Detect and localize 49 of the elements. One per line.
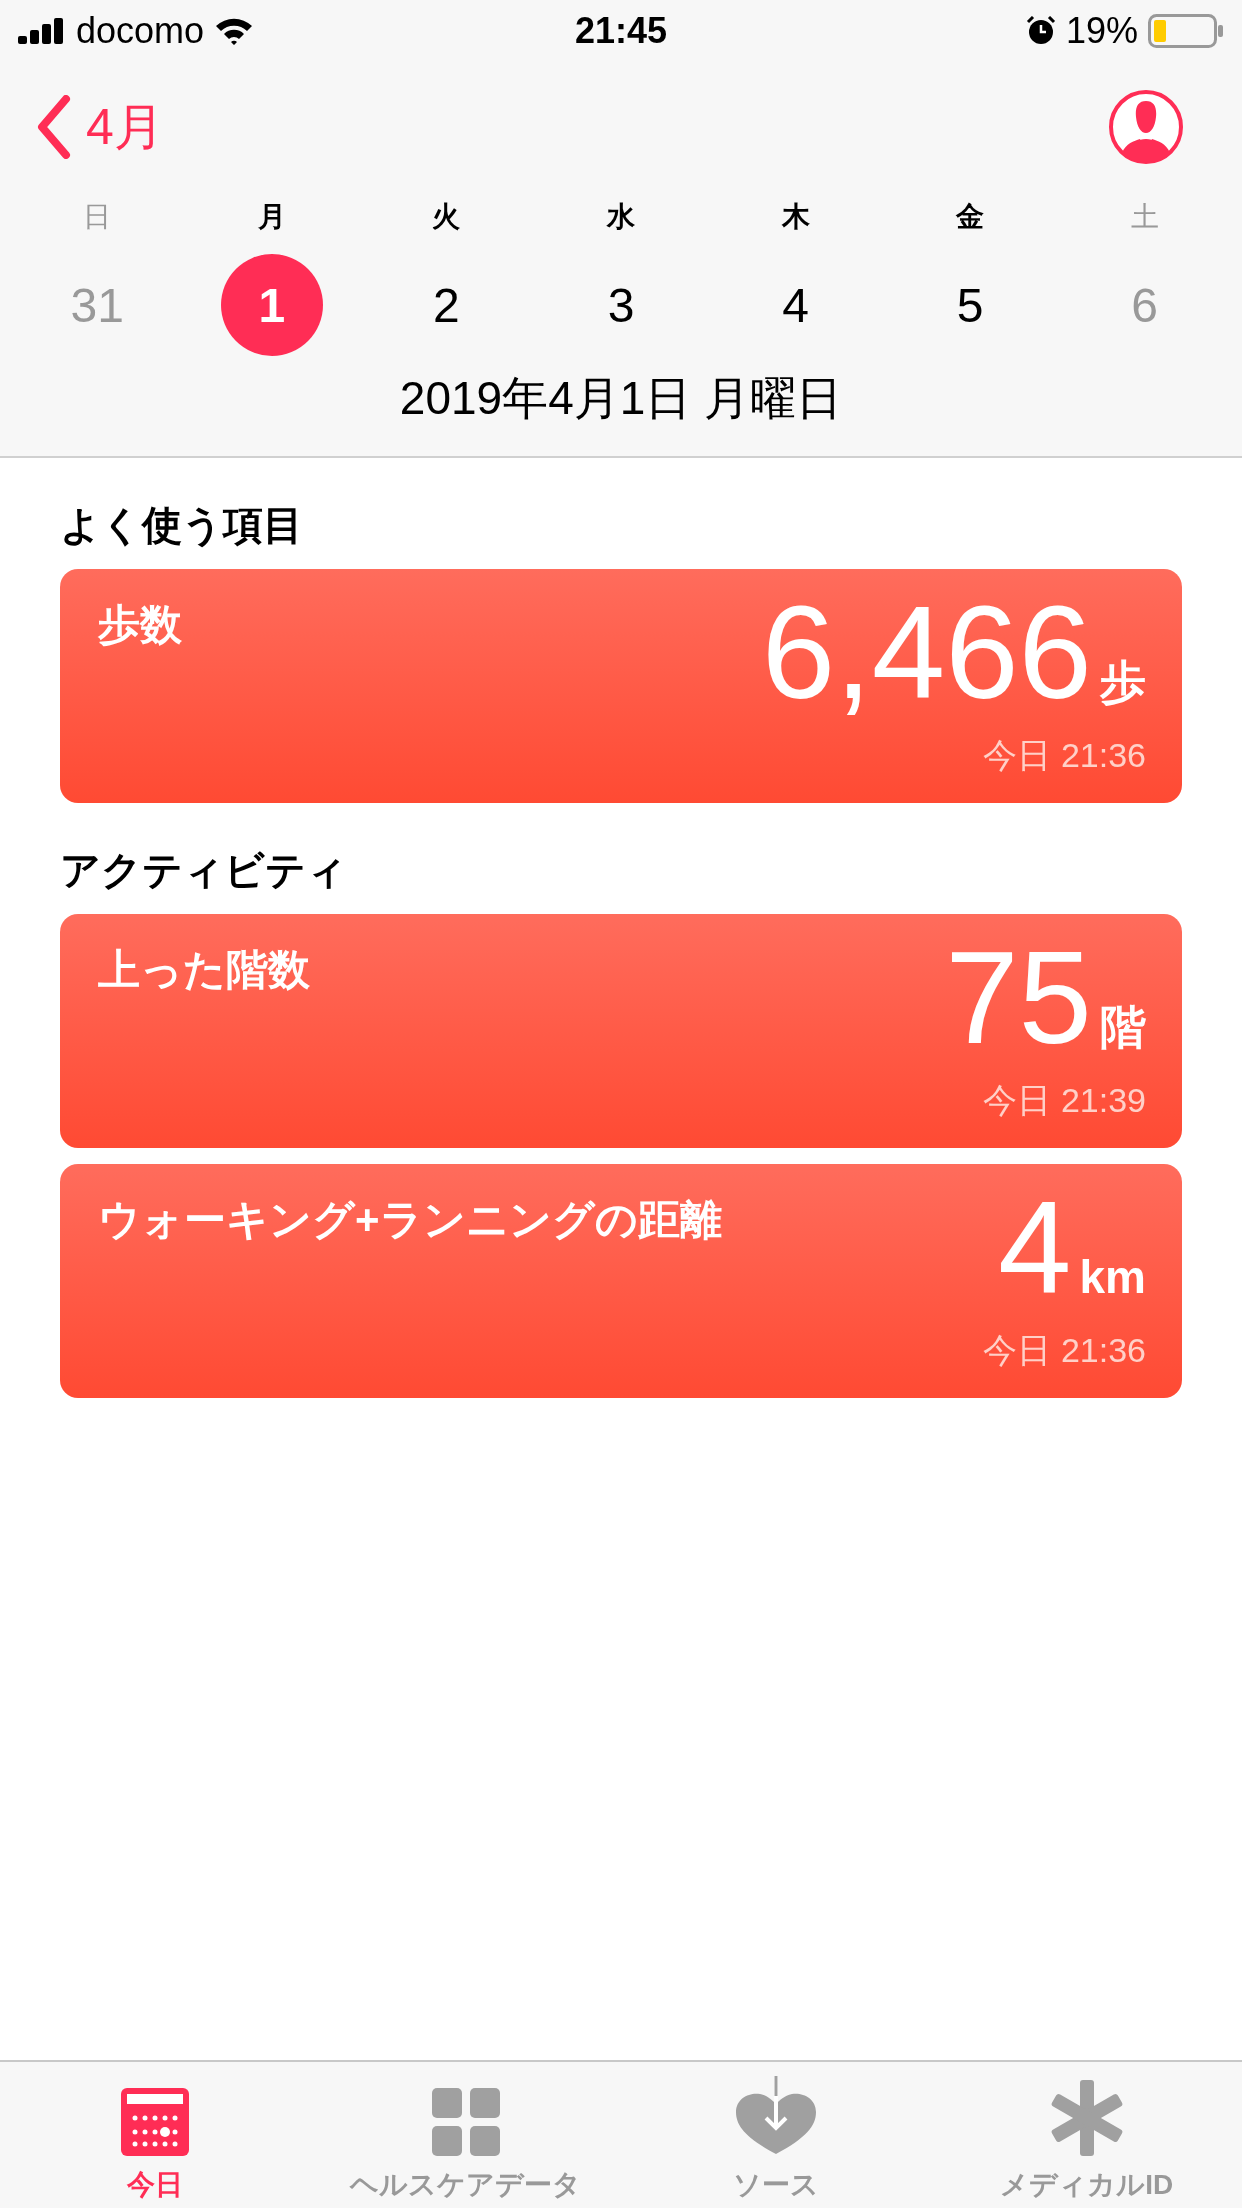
metric-title: 歩数 (98, 600, 182, 650)
metric-unit: 歩 (1100, 655, 1146, 710)
alarm-icon (1025, 16, 1056, 46)
wifi-icon (214, 16, 255, 46)
carrier-name: docomo (76, 10, 205, 52)
weekday-label: 火 (432, 200, 461, 234)
battery-icon (1148, 14, 1224, 48)
day-button[interactable]: 3 (570, 254, 672, 356)
weekday-label: 土 (1130, 200, 1159, 234)
metric-title: ウォーキング+ランニングの距離 (98, 1195, 722, 1245)
metric-value: 6,466 (761, 587, 1092, 719)
tab-item[interactable]: ソース (621, 2062, 932, 2208)
battery-percent: 19% (1065, 10, 1138, 52)
grid-icon (431, 2088, 500, 2156)
section-title: アクティビティ (60, 847, 348, 894)
day-button[interactable]: 4 (744, 254, 847, 356)
metric-value: 4 (998, 1182, 1072, 1314)
metric-time: 今日 21:36 (983, 1330, 1146, 1371)
weekday-label: 日 (83, 200, 112, 234)
clock-time: 21:45 (574, 10, 668, 52)
weekday-label: 金 (956, 200, 985, 234)
chevron-icon (36, 95, 72, 159)
weekday-label: 木 (781, 200, 810, 234)
weekday-label: 水 (607, 200, 635, 234)
metric-card[interactable]: 上った階数 75 階 今日 21:39 (60, 914, 1182, 1148)
metric-title: 上った階数 (98, 945, 310, 995)
weekday-label: 月 (257, 200, 286, 234)
day-button[interactable]: 2 (395, 254, 498, 356)
date-label: 2019年4月1日 月曜日 (398, 371, 844, 426)
tab-item[interactable]: メディカルID (931, 2062, 1242, 2208)
heart-arrow-icon (736, 2076, 817, 2156)
profile-icon[interactable] (1108, 89, 1184, 165)
signal-icon (18, 18, 66, 44)
calendar-icon (121, 2088, 190, 2156)
metric-time: 今日 21:39 (983, 1080, 1146, 1121)
tab-item[interactable]: 今日 (0, 2062, 311, 2208)
day-button[interactable]: 31 (46, 254, 149, 356)
section-title: よく使う項目 (60, 502, 304, 549)
metric-time: 今日 21:36 (983, 735, 1146, 776)
day-button[interactable]: 5 (919, 254, 1022, 356)
back-button[interactable]: 4月 (36, 93, 164, 161)
day-button[interactable]: 1 (220, 254, 323, 356)
metric-value: 75 (945, 932, 1092, 1064)
metric-unit: km (1079, 1250, 1146, 1304)
metric-card[interactable]: 歩数 6,466 歩 今日 21:36 (60, 569, 1182, 803)
tab-item[interactable]: ヘルスケアデータ (310, 2062, 621, 2208)
day-button[interactable]: 6 (1093, 254, 1196, 356)
metric-unit: 階 (1100, 1000, 1146, 1055)
metric-card[interactable]: ウォーキング+ランニングの距離 4 km 今日 21:36 (60, 1164, 1182, 1398)
